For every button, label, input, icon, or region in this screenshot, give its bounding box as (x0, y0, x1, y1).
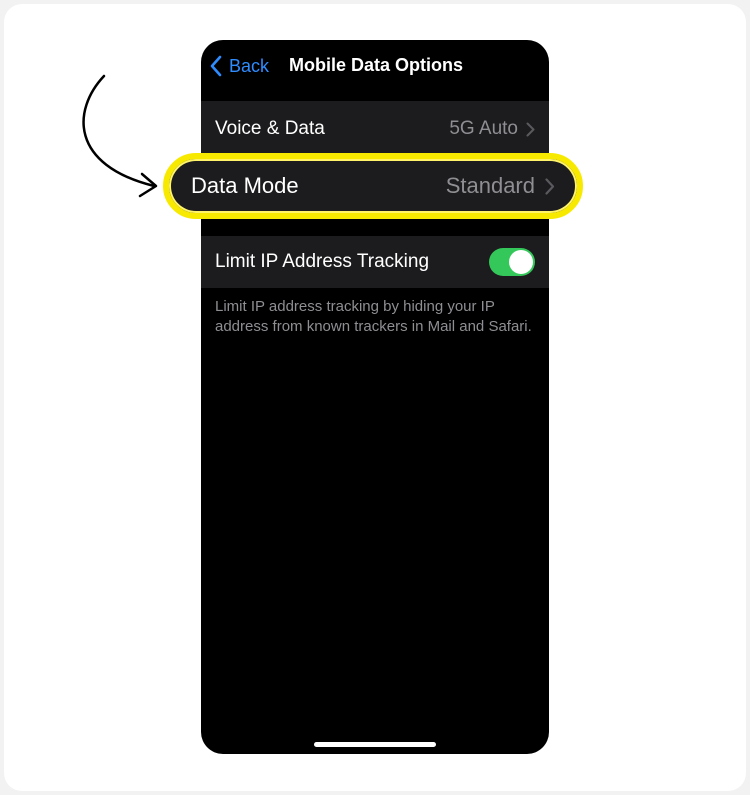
privacy-settings-group: Limit IP Address Tracking (201, 236, 549, 288)
data-mode-value: Standard (445, 173, 535, 198)
toggle-knob (509, 250, 533, 274)
data-mode-label: Data Mode (191, 173, 299, 198)
chevron-right-icon (526, 122, 535, 136)
limit-ip-row: Limit IP Address Tracking (201, 236, 549, 288)
limit-ip-footnote: Limit IP address tracking by hiding your… (215, 298, 532, 335)
voice-data-row[interactable]: Voice & Data 5G Auto (201, 101, 549, 157)
navigation-bar: Back Mobile Data Options (201, 40, 549, 92)
phone-screen: Back Mobile Data Options Voice & Data 5G… (201, 40, 549, 754)
back-label: Back (229, 55, 270, 76)
chevron-left-icon (210, 55, 222, 77)
curved-arrow-icon (82, 74, 158, 198)
voice-data-label: Voice & Data (215, 118, 325, 139)
data-mode-row[interactable]: Data Mode Standard (163, 153, 583, 219)
voice-data-value: 5G Auto (449, 118, 518, 139)
chevron-right-icon (545, 177, 555, 195)
home-indicator (314, 742, 436, 747)
back-button[interactable]: Back (209, 54, 269, 78)
limit-ip-toggle[interactable] (489, 248, 535, 276)
page-title: Mobile Data Options (289, 55, 464, 75)
limit-ip-label: Limit IP Address Tracking (215, 251, 430, 272)
